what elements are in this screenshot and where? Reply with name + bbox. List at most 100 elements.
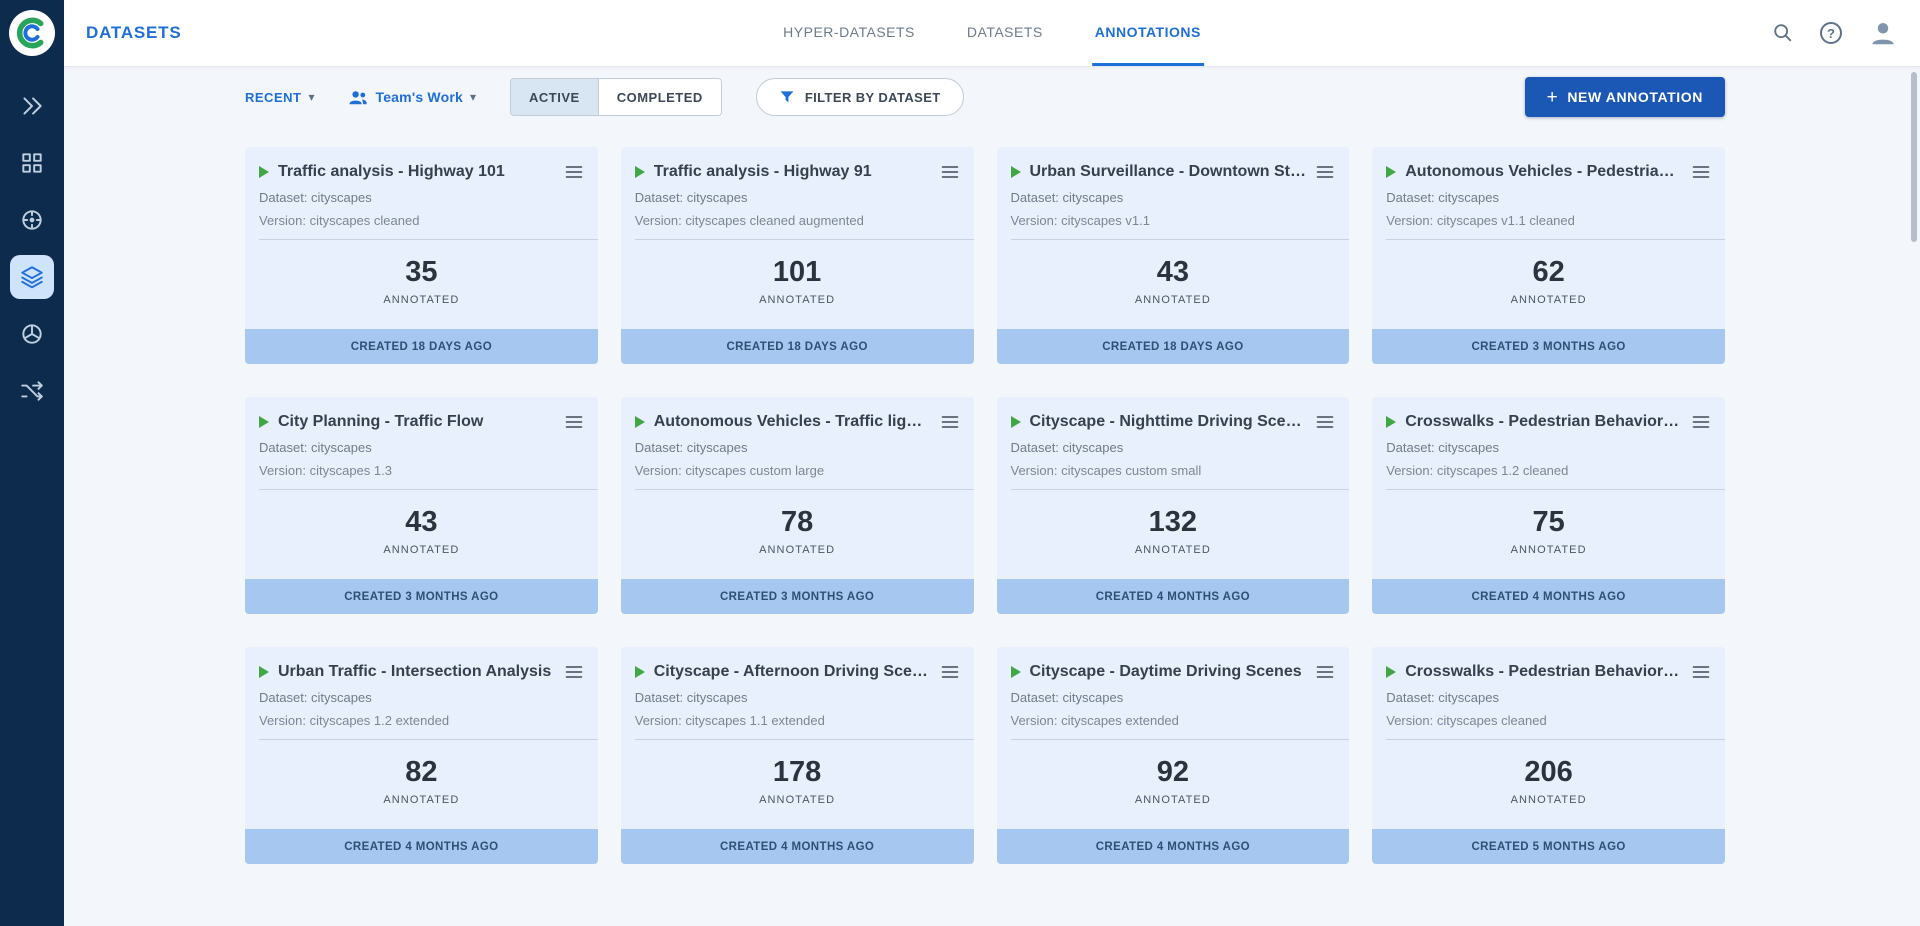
- card-version: Version: cityscapes cleaned: [1372, 713, 1725, 728]
- annotated-count: 178: [773, 756, 821, 789]
- card-menu-button[interactable]: [564, 412, 584, 432]
- card-menu-button[interactable]: [940, 162, 960, 182]
- annotation-card[interactable]: Cityscape - Daytime Driving Scenes Datas…: [997, 647, 1350, 864]
- sidebar-item-labels[interactable]: [10, 312, 54, 356]
- annotated-label: ANNOTATED: [1135, 294, 1211, 306]
- page-title: DATASETS: [86, 23, 182, 43]
- card-header: Cityscape - Nighttime Driving Scenes: [997, 397, 1350, 432]
- logo-c-icon: [13, 14, 51, 52]
- hamburger-menu-icon: [1315, 412, 1335, 432]
- sidebar-item-tasks[interactable]: [10, 198, 54, 242]
- sort-dropdown-label: RECENT: [245, 90, 301, 105]
- card-version: Version: cityscapes 1.2 extended: [245, 713, 598, 728]
- card-stats: 206 ANNOTATED: [1372, 740, 1725, 829]
- card-dataset: Dataset: cityscapes: [621, 690, 974, 705]
- annotation-card[interactable]: Autonomous Vehicles - Pedestrian … Datas…: [1372, 147, 1725, 364]
- annotation-card[interactable]: Cityscape - Nighttime Driving Scenes Dat…: [997, 397, 1350, 614]
- play-status-icon: [1386, 166, 1396, 178]
- active-toggle-button[interactable]: ACTIVE: [511, 79, 598, 115]
- annotation-card[interactable]: Cityscape - Afternoon Driving Scenes Dat…: [621, 647, 974, 864]
- completed-toggle-button[interactable]: COMPLETED: [598, 79, 721, 115]
- annotated-count: 62: [1532, 256, 1564, 289]
- annotated-count: 78: [781, 506, 813, 539]
- card-menu-button[interactable]: [1691, 662, 1711, 682]
- scrollbar-thumb[interactable]: [1911, 72, 1917, 242]
- annotation-card[interactable]: Traffic analysis - Highway 101 Dataset: …: [245, 147, 598, 364]
- annotated-label: ANNOTATED: [1135, 544, 1211, 556]
- card-menu-button[interactable]: [940, 662, 960, 682]
- layers-icon: [19, 264, 45, 290]
- tab-datasets[interactable]: DATASETS: [964, 0, 1046, 66]
- filter-by-dataset-button[interactable]: FILTER BY DATASET: [756, 78, 964, 116]
- play-status-icon: [259, 416, 269, 428]
- new-annotation-button[interactable]: + NEW ANNOTATION: [1525, 77, 1725, 117]
- pipelines-icon: [19, 378, 45, 404]
- annotation-card[interactable]: City Planning - Traffic Flow Dataset: ci…: [245, 397, 598, 614]
- card-version: Version: cityscapes extended: [997, 713, 1350, 728]
- play-status-icon: [635, 166, 645, 178]
- card-header: Crosswalks - Pedestrian Behavior P…: [1372, 397, 1725, 432]
- annotation-card[interactable]: Traffic analysis - Highway 91 Dataset: c…: [621, 147, 974, 364]
- play-status-icon: [1386, 666, 1396, 678]
- card-stats: 82 ANNOTATED: [245, 740, 598, 829]
- scope-dropdown[interactable]: Team's Work ▾: [348, 87, 476, 107]
- search-icon[interactable]: [1772, 22, 1794, 44]
- card-header: Traffic analysis - Highway 101: [245, 147, 598, 182]
- card-version: Version: cityscapes cleaned augmented: [621, 213, 974, 228]
- card-version: Version: cityscapes cleaned: [245, 213, 598, 228]
- sidebar-item-pipelines[interactable]: [10, 369, 54, 413]
- tab-annotations[interactable]: ANNOTATIONS: [1092, 0, 1204, 66]
- card-header: Urban Surveillance - Downtown Stre…: [997, 147, 1350, 182]
- sidebar-item-datasets-grid[interactable]: [10, 141, 54, 185]
- double-chevron-right-icon: [19, 93, 45, 119]
- card-stats: 178 ANNOTATED: [621, 740, 974, 829]
- annotated-count: 92: [1157, 756, 1189, 789]
- card-title: Cityscape - Daytime Driving Scenes: [1030, 663, 1307, 681]
- card-menu-button[interactable]: [1691, 412, 1711, 432]
- card-header: City Planning - Traffic Flow: [245, 397, 598, 432]
- card-menu-button[interactable]: [940, 412, 960, 432]
- card-menu-button[interactable]: [1315, 412, 1335, 432]
- card-title: Crosswalks - Pedestrian Behavior P…: [1405, 413, 1682, 431]
- filter-by-dataset-label: FILTER BY DATASET: [805, 90, 941, 105]
- annotation-card[interactable]: Autonomous Vehicles - Traffic light … Da…: [621, 397, 974, 614]
- app-logo[interactable]: [9, 10, 55, 56]
- play-status-icon: [259, 666, 269, 678]
- card-dataset: Dataset: cityscapes: [621, 440, 974, 455]
- sidebar-item-quickstart[interactable]: [10, 84, 54, 128]
- annotated-label: ANNOTATED: [383, 544, 459, 556]
- tab-hyper-datasets[interactable]: HYPER-DATASETS: [780, 0, 918, 66]
- status-toggle: ACTIVE COMPLETED: [510, 78, 722, 116]
- annotation-card[interactable]: Urban Surveillance - Downtown Stre… Data…: [997, 147, 1350, 364]
- created-badge: CREATED 4 MONTHS AGO: [997, 579, 1350, 614]
- annotation-card[interactable]: Crosswalks - Pedestrian Behavior P… Data…: [1372, 397, 1725, 614]
- card-version: Version: cityscapes v1.1 cleaned: [1372, 213, 1725, 228]
- card-title: Autonomous Vehicles - Pedestrian …: [1405, 163, 1682, 181]
- help-icon[interactable]: ?: [1820, 22, 1842, 44]
- sort-dropdown[interactable]: RECENT ▾: [245, 90, 314, 105]
- hamburger-menu-icon: [564, 162, 584, 182]
- card-header: Autonomous Vehicles - Traffic light …: [621, 397, 974, 432]
- annotation-card[interactable]: Crosswalks - Pedestrian Behavior P… Data…: [1372, 647, 1725, 864]
- annotated-count: 82: [405, 756, 437, 789]
- annotated-count: 43: [405, 506, 437, 539]
- grid-icon: [19, 150, 45, 176]
- card-header: Cityscape - Afternoon Driving Scenes: [621, 647, 974, 682]
- created-badge: CREATED 3 MONTHS AGO: [1372, 329, 1725, 364]
- sidebar-nav: [10, 84, 54, 413]
- annotation-card[interactable]: Urban Traffic - Intersection Analysis Da…: [245, 647, 598, 864]
- sidebar-item-annotations[interactable]: [10, 255, 54, 299]
- card-menu-button[interactable]: [564, 662, 584, 682]
- scope-dropdown-label: Team's Work: [375, 89, 463, 105]
- card-version: Version: cityscapes 1.3: [245, 463, 598, 478]
- card-stats: 101 ANNOTATED: [621, 240, 974, 329]
- card-stats: 43 ANNOTATED: [997, 240, 1350, 329]
- card-menu-button[interactable]: [1315, 662, 1335, 682]
- card-menu-button[interactable]: [564, 162, 584, 182]
- content: RECENT ▾ Team's Work ▾ ACTIVE COMPLETED: [64, 66, 1920, 926]
- card-menu-button[interactable]: [1315, 162, 1335, 182]
- card-menu-button[interactable]: [1691, 162, 1711, 182]
- user-avatar[interactable]: [1868, 18, 1898, 48]
- topbar-actions: ?: [1772, 18, 1898, 48]
- created-badge: CREATED 3 MONTHS AGO: [621, 579, 974, 614]
